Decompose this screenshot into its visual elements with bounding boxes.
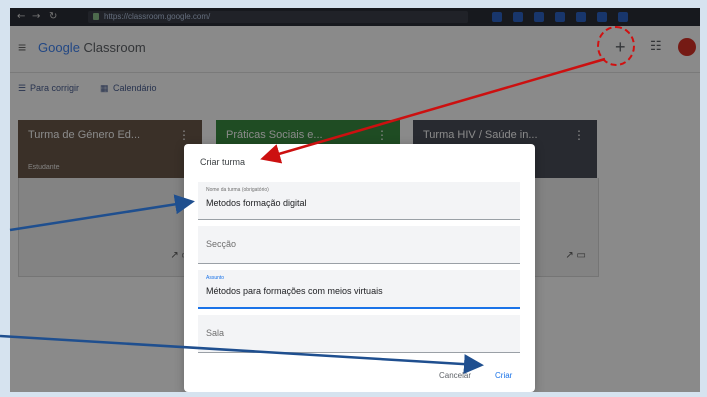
screenshot-frame: ← → ↻ https://classroom.google.com/ ≡ Go…	[0, 0, 707, 397]
annotation-arrows	[0, 57, 606, 375]
blue-arrow	[0, 334, 484, 375]
blue-arrow	[9, 194, 195, 232]
red-arrow	[260, 57, 606, 164]
